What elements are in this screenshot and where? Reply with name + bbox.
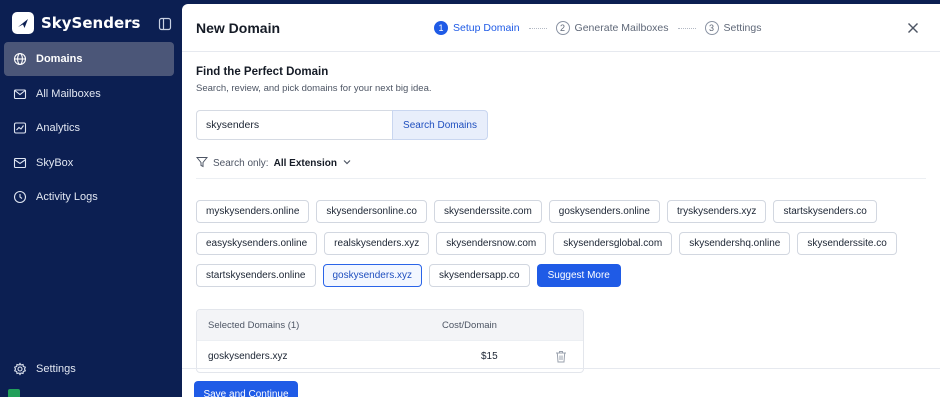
sidebar-item-activity-logs[interactable]: Activity Logs [4,180,174,214]
skysenders-logo-icon [12,12,34,34]
domain-chip[interactable]: easyskysenders.online [196,232,318,255]
save-and-continue-button[interactable]: Save and Continue [194,381,298,397]
extension-filter[interactable]: Search only: All Extension [195,156,352,171]
step-generate-mailboxes[interactable]: 2 Generate Mailboxes [555,21,669,35]
domain-search-input[interactable] [196,110,392,140]
domain-chip[interactable]: goskysenders.online [548,200,660,223]
domain-chip[interactable]: myskysenders.online [196,200,310,223]
step-number: 2 [555,21,570,35]
chevron-down-icon [342,157,352,170]
new-domain-panel: New Domain 1 Setup Domain 2 Generate Mai… [182,4,940,397]
selected-domains-table: Selected Domains (1) Cost/Domain goskyse… [196,309,584,373]
panel-header: New Domain 1 Setup Domain 2 Generate Mai… [182,4,940,52]
step-divider [528,27,547,29]
sidebar: SkySenders Domains All Mailboxes Analyti… [0,0,182,397]
domain-chip[interactable]: skysendersnow.com [436,232,547,255]
step-divider [677,27,696,29]
clock-icon [13,190,27,204]
step-setup-domain[interactable]: 1 Setup Domain [434,21,520,35]
col-selected-domains: Selected Domains (1) [208,319,300,331]
sidebar-item-settings[interactable]: Settings [4,352,174,386]
suggestion-row: myskysenders.online skysendersonline.co … [196,200,916,223]
find-domain-section: Find the Perfect Domain Search, review, … [196,66,432,94]
step-number: 3 [704,21,719,35]
close-icon[interactable] [906,21,920,35]
sidebar-item-label: SkyBox [36,156,74,169]
step-label: Settings [723,22,762,34]
divider [196,178,926,179]
domain-chip[interactable]: skysendersonline.co [316,200,427,223]
step-label: Generate Mailboxes [574,22,669,34]
domain-chip[interactable]: tryskysenders.xyz [666,200,767,223]
filter-icon [195,156,209,171]
domain-chip[interactable]: startskysenders.online [196,264,316,287]
trash-icon[interactable] [555,350,567,363]
sidebar-item-skybox[interactable]: SkyBox [4,146,174,180]
user-avatar[interactable] [8,389,20,397]
domain-chip[interactable]: skysendersapp.co [428,264,530,287]
selected-domain-name: goskysenders.xyz [208,351,288,362]
section-subtitle: Search, review, and pick domains for you… [196,83,432,94]
brand-name: SkySenders [41,14,141,32]
step-number: 1 [434,21,448,35]
section-title: Find the Perfect Domain [196,66,329,78]
gear-icon [13,362,27,376]
selected-domain-price: $15 [481,351,498,362]
stepper: 1 Setup Domain 2 Generate Mailboxes 3 Se… [434,21,761,35]
domain-search: Search Domains [196,110,488,140]
sidebar-item-analytics[interactable]: Analytics [4,111,174,145]
step-label: Setup Domain [453,22,520,34]
search-domains-button[interactable]: Search Domains [392,110,488,140]
mail-icon [13,87,27,101]
domain-chip-selected[interactable]: goskysenders.xyz [322,264,422,287]
sidebar-item-domains[interactable]: Domains [4,42,174,76]
step-settings[interactable]: 3 Settings [704,21,762,35]
sidebar-item-label: All Mailboxes [36,87,101,100]
domain-chip[interactable]: skysenderssite.com [433,200,542,223]
sidebar-item-all-mailboxes[interactable]: All Mailboxes [4,77,174,111]
globe-icon [13,52,27,66]
sidebar-item-label: Activity Logs [36,191,98,203]
brand[interactable]: SkySenders [12,12,140,34]
sidebar-toggle-icon[interactable] [158,17,172,31]
domain-suggestions: myskysenders.online skysendersonline.co … [196,200,916,296]
domain-chip[interactable]: skysendersglobal.com [553,232,673,255]
sidebar-item-label: Analytics [36,122,81,134]
sidebar-item-label: Domains [36,53,83,65]
page-title: New Domain [196,20,281,36]
col-cost-domain: Cost/Domain [442,319,497,331]
domain-chip[interactable]: realskysenders.xyz [324,232,430,255]
suggest-more-button[interactable]: Suggest More [536,264,621,287]
inbox-icon [13,156,27,170]
sidebar-item-label: Settings [36,363,76,375]
table-header: Selected Domains (1) Cost/Domain [197,310,583,340]
footer-divider [182,368,940,369]
suggestion-row: easyskysenders.online realskysenders.xyz… [196,232,916,255]
sidebar-nav: Domains All Mailboxes Analytics SkyBox A… [4,42,174,215]
domain-chip[interactable]: skysendershq.online [679,232,791,255]
filter-prefix: Search only: [213,158,269,169]
domain-chip[interactable]: startskysenders.co [773,200,877,223]
suggestion-row: startskysenders.online goskysenders.xyz … [196,264,916,287]
filter-value: All Extension [273,158,337,169]
chart-icon [13,121,27,135]
domain-chip[interactable]: skysenderssite.co [797,232,897,255]
